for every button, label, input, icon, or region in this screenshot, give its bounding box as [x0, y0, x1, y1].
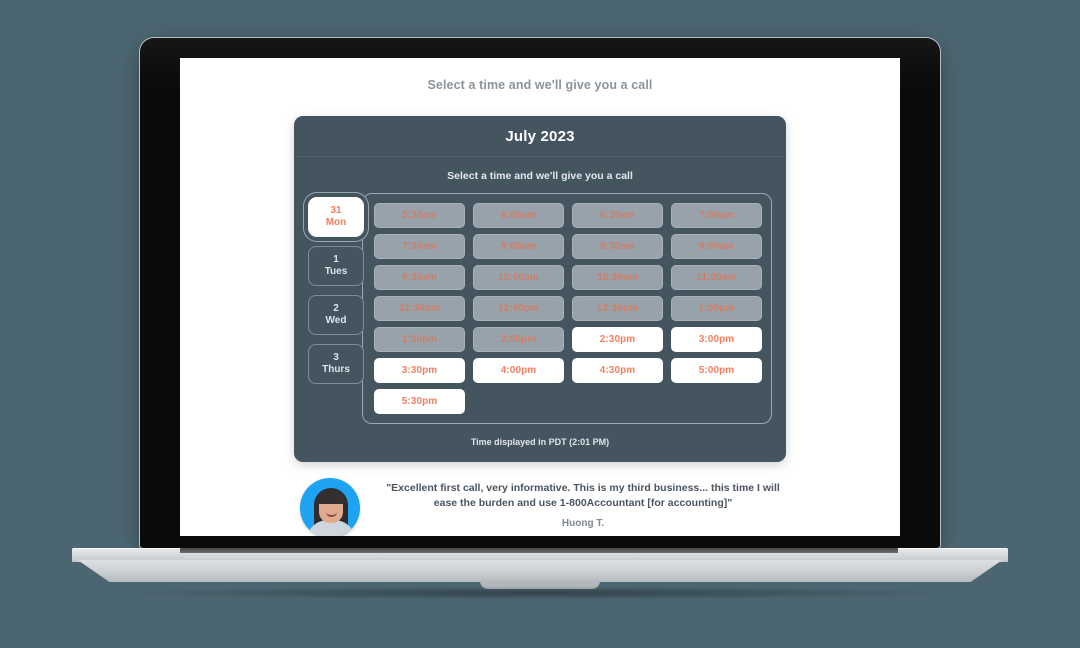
- time-slot: 8:00am: [473, 234, 564, 259]
- timezone-note: Time displayed in PDT (2:01 PM): [470, 437, 610, 447]
- day-tab-wed[interactable]: 2 Wed: [308, 295, 364, 335]
- time-slot-grid: 5:30am 6:00am 6:30am 7:00am 7:30am 8:00am 8:30…: [374, 203, 762, 414]
- time-slot: 12:00pm: [473, 296, 564, 321]
- laptop-keyboard-line: [180, 548, 898, 553]
- time-slot: 2:00pm: [473, 327, 564, 352]
- testimonial-text: "Excellent first call, very informative.…: [376, 478, 790, 529]
- day-tab-number: 3: [333, 351, 339, 363]
- time-slot: 1:00pm: [671, 296, 762, 321]
- time-slot: 8:30am: [572, 234, 663, 259]
- avatar-fringe-icon: [317, 490, 345, 504]
- time-slot: 7:00am: [671, 203, 762, 228]
- day-tab-name: Wed: [325, 315, 347, 326]
- time-grid-panel: 5:30am 6:00am 6:30am 7:00am 7:30am 8:00am 8:30…: [362, 193, 772, 424]
- laptop-mockup: Select a time and we'll give you a call …: [0, 0, 1080, 648]
- time-slot: 9:30am: [374, 265, 465, 290]
- laptop-base: [72, 548, 1008, 589]
- time-slot: 6:30am: [572, 203, 663, 228]
- day-selector: 31 Mon 1 Tues 2 Wed 3 Thurs: [308, 193, 364, 384]
- browser-viewport: Select a time and we'll give you a call …: [180, 58, 900, 536]
- day-tab-number: 31: [330, 204, 342, 216]
- month-title: July 2023: [505, 128, 575, 145]
- time-slot[interactable]: 4:30pm: [572, 358, 663, 383]
- day-tab-number: 1: [333, 253, 339, 265]
- day-tab-tues[interactable]: 1 Tues: [308, 246, 364, 286]
- time-slot: 1:30pm: [374, 327, 465, 352]
- scheduler-body: 31 Mon 1 Tues 2 Wed 3 Thurs 5:30am 6:00am 6:30am 7…: [294, 193, 786, 424]
- laptop-base-top: [72, 548, 1008, 562]
- time-slot: 9:00am: [671, 234, 762, 259]
- time-slot: 10:30am: [572, 265, 663, 290]
- day-tab-thurs[interactable]: 3 Thurs: [308, 344, 364, 384]
- day-tab-number: 2: [333, 302, 339, 314]
- day-tab-name: Tues: [324, 266, 348, 277]
- time-slot[interactable]: 5:00pm: [671, 358, 762, 383]
- day-tab-name: Thurs: [322, 364, 350, 375]
- time-slot[interactable]: 2:30pm: [572, 327, 663, 352]
- time-slot[interactable]: 3:00pm: [671, 327, 762, 352]
- laptop-shadow: [110, 586, 970, 600]
- time-slot: 12:30pm: [572, 296, 663, 321]
- scheduler-card: July 2023 Select a time and we'll give y…: [294, 116, 786, 462]
- time-slot: 11:00am: [671, 265, 762, 290]
- time-slot: 7:30am: [374, 234, 465, 259]
- scheduler-subheading: Select a time and we'll give you a call: [447, 170, 633, 182]
- testimonial-quote: "Excellent first call, very informative.…: [386, 482, 780, 510]
- time-slot: 11:30am: [374, 296, 465, 321]
- time-slot[interactable]: 5:30pm: [374, 389, 465, 414]
- testimonial: "Excellent first call, very informative.…: [290, 478, 790, 536]
- page-title: Select a time and we'll give you a call: [427, 78, 653, 92]
- day-tab-mon[interactable]: 31 Mon: [308, 197, 364, 237]
- time-slot: 6:00am: [473, 203, 564, 228]
- testimonial-author: Huong T.: [561, 518, 605, 530]
- time-slot[interactable]: 4:00pm: [473, 358, 564, 383]
- laptop-base-body: [77, 560, 1003, 582]
- time-slot[interactable]: 3:30pm: [374, 358, 465, 383]
- time-slot: 5:30am: [374, 203, 465, 228]
- time-slot: 10:00am: [473, 265, 564, 290]
- avatar: [300, 478, 360, 536]
- scheduler-card-header: July 2023: [294, 116, 786, 157]
- day-tab-name: Mon: [325, 217, 347, 228]
